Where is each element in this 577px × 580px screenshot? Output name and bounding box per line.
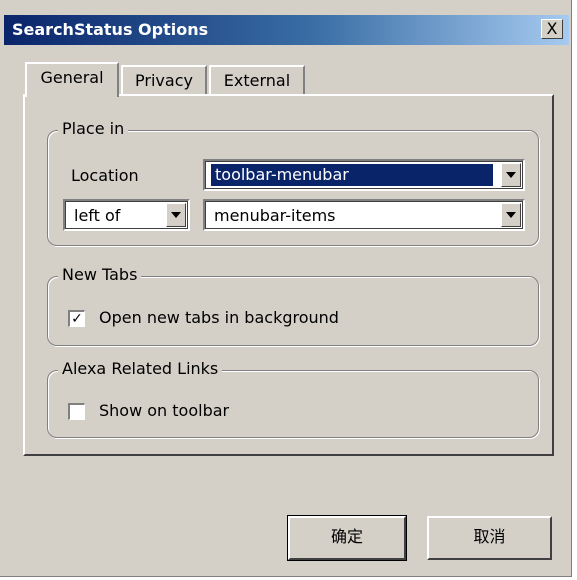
alexa-links-group: Alexa Related Links Show on toolbar [47, 359, 539, 438]
close-icon: X [546, 19, 558, 38]
location-select-value: toolbar-menubar [211, 164, 493, 186]
open-in-background-checkbox[interactable]: ✓ [68, 310, 85, 327]
tab-general[interactable]: General [25, 62, 119, 97]
ok-button[interactable]: 确定 [287, 515, 407, 561]
location-select[interactable]: toolbar-menubar [203, 159, 525, 191]
new-tabs-legend: New Tabs [58, 265, 142, 284]
anchor-select-value: menubar-items [214, 206, 336, 225]
options-dialog: SearchStatus Options X General Privacy E… [0, 0, 572, 577]
chevron-down-icon[interactable] [501, 203, 521, 227]
chevron-down-icon[interactable] [166, 203, 186, 227]
show-on-toolbar-checkbox[interactable] [68, 403, 85, 420]
ok-button-label: 确定 [330, 527, 363, 546]
position-select-value: left of [74, 206, 121, 225]
tab-external[interactable]: External [209, 65, 305, 95]
chevron-down-icon[interactable] [501, 163, 521, 187]
title-bar[interactable]: SearchStatus Options X [4, 15, 569, 45]
close-button[interactable]: X [541, 19, 563, 39]
place-in-group: Place in Location toolbar-menubar left o… [47, 119, 539, 246]
tab-general-label: General [40, 68, 104, 87]
tab-external-label: External [223, 71, 291, 90]
cancel-button-label: 取消 [473, 527, 506, 546]
window-title: SearchStatus Options [12, 20, 209, 39]
position-select[interactable]: left of [63, 199, 190, 231]
new-tabs-group: New Tabs ✓ Open new tabs in background [47, 265, 539, 346]
tab-privacy[interactable]: Privacy [121, 65, 207, 95]
location-label: Location [71, 166, 139, 185]
alexa-links-legend: Alexa Related Links [58, 359, 223, 378]
anchor-select[interactable]: menubar-items [203, 199, 525, 231]
general-tab-panel: Place in Location toolbar-menubar left o… [23, 94, 554, 456]
check-icon: ✓ [71, 311, 83, 327]
open-in-background-label[interactable]: Open new tabs in background [99, 308, 339, 327]
tab-privacy-label: Privacy [135, 71, 193, 90]
show-on-toolbar-label[interactable]: Show on toolbar [99, 401, 229, 420]
cancel-button[interactable]: 取消 [427, 516, 552, 560]
place-in-legend: Place in [58, 119, 129, 138]
